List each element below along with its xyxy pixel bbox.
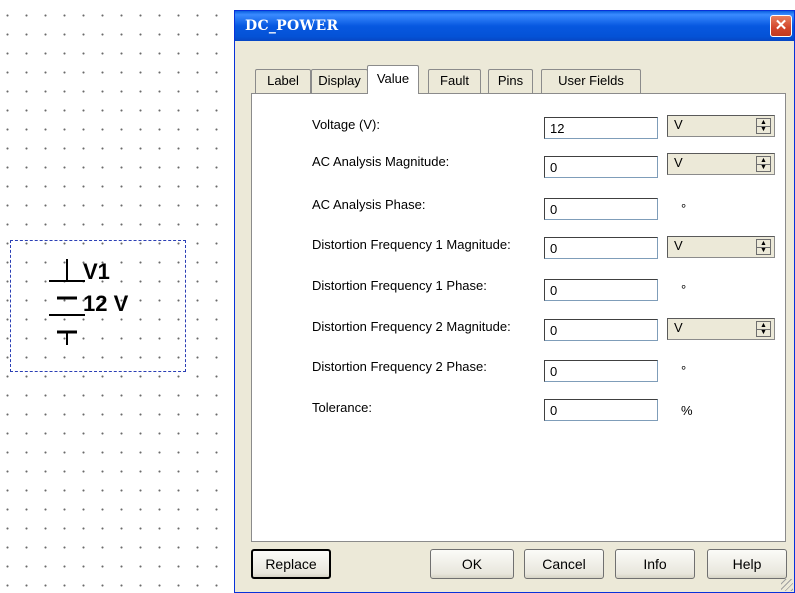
replace-button[interactable]: Replace xyxy=(251,549,331,579)
voltage-unit-spinner[interactable]: ▲ ▼ xyxy=(756,118,771,134)
ac-magnitude-unit-select[interactable]: V ▲ ▼ xyxy=(667,153,775,175)
dialog-title: DC_POWER xyxy=(245,18,339,34)
voltage-input[interactable]: 12 xyxy=(544,117,658,139)
ok-button[interactable]: OK xyxy=(430,549,514,579)
voltage-label: Voltage (V): xyxy=(312,117,380,132)
voltage-unit-value: V xyxy=(674,117,683,132)
voltage-unit-select[interactable]: V ▲ ▼ xyxy=(667,115,775,137)
distortion-freq1-magnitude-unit-value: V xyxy=(674,238,683,253)
tolerance-label: Tolerance: xyxy=(312,400,372,415)
ac-phase-unit: ° xyxy=(681,201,687,216)
value-tab-panel: Voltage (V): 12 V ▲ ▼ AC Analysis Magnit… xyxy=(251,93,786,542)
tab-fault[interactable]: Fault xyxy=(428,69,481,93)
ac-phase-input[interactable]: 0 xyxy=(544,198,658,220)
distortion-freq2-magnitude-label: Distortion Frequency 2 Magnitude: xyxy=(312,319,511,334)
selected-component-dc-power[interactable]: V1 12 V xyxy=(10,240,186,372)
distortion-freq2-magnitude-unit-select[interactable]: V ▲ ▼ xyxy=(667,318,775,340)
distortion-freq1-phase-input[interactable]: 0 xyxy=(544,279,658,301)
distortion-freq2-phase-unit: ° xyxy=(681,363,687,378)
distortion-freq1-phase-label: Distortion Frequency 1 Phase: xyxy=(312,278,487,293)
dialog-title-bar[interactable]: DC_POWER ✕ xyxy=(235,11,794,41)
distortion-freq1-magnitude-unit-select[interactable]: V ▲ ▼ xyxy=(667,236,775,258)
component-value-label[interactable]: 12 V xyxy=(83,293,128,315)
tolerance-unit: % xyxy=(681,403,693,418)
resize-grip-icon[interactable] xyxy=(781,579,793,591)
distortion-freq1-magnitude-unit-spinner[interactable]: ▲ ▼ xyxy=(756,239,771,255)
dc-voltage-source-icon xyxy=(49,259,85,345)
spin-down-icon[interactable]: ▼ xyxy=(757,164,770,171)
distortion-freq2-magnitude-unit-spinner[interactable]: ▲ ▼ xyxy=(756,321,771,337)
spin-down-icon[interactable]: ▼ xyxy=(757,126,770,133)
spin-down-icon[interactable]: ▼ xyxy=(757,329,770,336)
distortion-freq1-magnitude-label: Distortion Frequency 1 Magnitude: xyxy=(312,237,511,252)
tab-display[interactable]: Display xyxy=(311,69,368,93)
spin-down-icon[interactable]: ▼ xyxy=(757,247,770,254)
cancel-button[interactable]: Cancel xyxy=(524,549,604,579)
close-icon[interactable]: ✕ xyxy=(770,15,792,37)
tab-value[interactable]: Value xyxy=(367,65,419,94)
tab-label[interactable]: Label xyxy=(255,69,311,93)
ac-magnitude-unit-spinner[interactable]: ▲ ▼ xyxy=(756,156,771,172)
dc-power-dialog: DC_POWER ✕ Label Display Value Fault Pin… xyxy=(234,10,795,593)
distortion-freq1-magnitude-input[interactable]: 0 xyxy=(544,237,658,259)
tolerance-input[interactable]: 0 xyxy=(544,399,658,421)
component-reference-label[interactable]: V1 xyxy=(83,261,110,283)
ac-phase-label: AC Analysis Phase: xyxy=(312,197,426,212)
tab-pins[interactable]: Pins xyxy=(488,69,533,93)
ac-magnitude-unit-value: V xyxy=(674,155,683,170)
help-button[interactable]: Help xyxy=(707,549,787,579)
ac-magnitude-label: AC Analysis Magnitude: xyxy=(312,154,450,169)
info-button[interactable]: Info xyxy=(615,549,695,579)
distortion-freq2-magnitude-unit-value: V xyxy=(674,320,683,335)
distortion-freq1-phase-unit: ° xyxy=(681,282,687,297)
distortion-freq2-magnitude-input[interactable]: 0 xyxy=(544,319,658,341)
tab-user-fields[interactable]: User Fields xyxy=(541,69,641,93)
ac-magnitude-input[interactable]: 0 xyxy=(544,156,658,178)
distortion-freq2-phase-input[interactable]: 0 xyxy=(544,360,658,382)
distortion-freq2-phase-label: Distortion Frequency 2 Phase: xyxy=(312,359,487,374)
